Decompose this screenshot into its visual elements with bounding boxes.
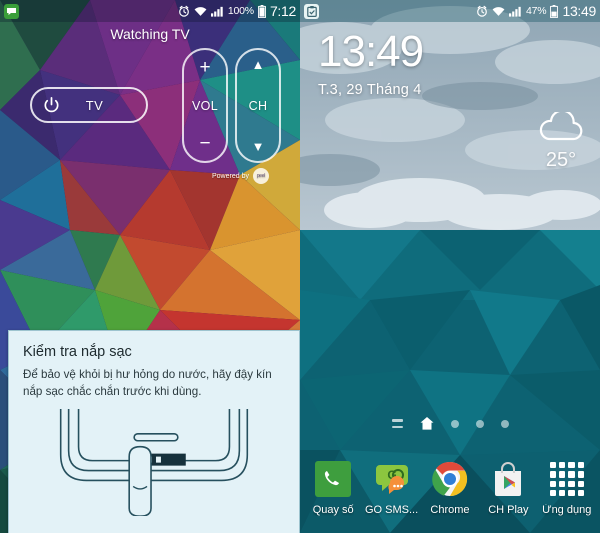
cellular-signal-icon — [210, 6, 224, 17]
left-status-bar: 100% 7:12 — [0, 0, 300, 22]
volume-label: VOL — [192, 98, 218, 113]
charger-cover-popup: Kiểm tra nắp sạc Để bảo vệ khỏi bị hư hỏ… — [8, 330, 300, 533]
dock-label: Quay số — [312, 504, 354, 516]
right-status-bar: 47% 13:49 — [300, 0, 600, 22]
power-icon — [42, 96, 61, 115]
dock-label: GO SMS... — [364, 504, 419, 516]
channel-rocker[interactable]: ▲ CH ▼ — [235, 48, 281, 163]
powered-by-credit: Powered by peel — [212, 168, 269, 184]
cellular-signal-icon — [509, 6, 522, 17]
peel-logo-icon: peel — [252, 168, 269, 184]
wifi-icon — [492, 6, 505, 17]
wifi-icon — [194, 6, 207, 17]
battery-full-icon — [257, 4, 266, 18]
left-status-notifications — [4, 3, 19, 19]
google-play-icon — [488, 459, 528, 499]
dock-label: Chrome — [430, 504, 470, 516]
message-bubble-icon — [4, 3, 19, 19]
task-checklist-icon — [304, 3, 319, 19]
apps-grid-icon — [547, 459, 587, 499]
channel-label: CH — [248, 98, 268, 113]
app-dock: Quay số G GO SMS... Chrome CH Play Ứng d… — [300, 453, 600, 533]
alarm-clock-icon — [178, 5, 190, 17]
tv-power-button[interactable]: TV — [30, 87, 148, 123]
dock-item-chrome[interactable]: Chrome — [422, 459, 478, 516]
battery-percent-label: 47% — [526, 5, 547, 17]
channel-down-button[interactable]: ▼ — [252, 140, 265, 153]
volume-rocker[interactable]: + VOL − — [182, 48, 228, 163]
weather-widget[interactable]: 25° — [538, 109, 584, 172]
powered-by-label: Powered by — [212, 172, 249, 180]
page-indicator-dot[interactable] — [475, 419, 484, 428]
volume-down-button[interactable]: − — [199, 134, 210, 153]
volume-up-button[interactable]: + — [199, 58, 210, 77]
remote-widget-title: Watching TV — [110, 26, 190, 42]
status-clock: 13:49 — [562, 3, 596, 19]
page-indicator-home-icon[interactable] — [420, 417, 434, 430]
popup-body: Để bảo vệ khỏi bị hư hỏng do nước, hãy đ… — [23, 368, 272, 398]
left-phone-screen: 100% 7:12 Watching TV TV + VOL − ▲ CH ▼ — [0, 0, 300, 533]
screenshot-stage: 100% 7:12 Watching TV TV + VOL − ▲ CH ▼ — [0, 0, 600, 533]
page-indicator-list-icon[interactable] — [391, 419, 403, 428]
phone-dialer-icon — [313, 459, 353, 499]
go-sms-icon: G — [372, 459, 412, 499]
tv-power-label: TV — [85, 97, 104, 113]
battery-percent-label: 100% — [227, 5, 254, 17]
left-status-system-icons: 100% 7:12 — [178, 3, 296, 19]
phone-bottom-charging-port-with-finger-illustration — [9, 408, 299, 522]
dock-item-play-store[interactable]: CH Play — [480, 459, 536, 516]
right-status-notifications — [304, 3, 319, 19]
cloud-icon — [538, 109, 584, 147]
page-indicator-dot[interactable] — [500, 419, 509, 428]
status-clock: 7:12 — [269, 3, 296, 19]
dock-item-dialer[interactable]: Quay số — [305, 459, 361, 516]
clock-date: T.3, 29 Tháng 4 — [318, 82, 422, 98]
dock-item-go-sms[interactable]: G GO SMS... — [364, 459, 420, 516]
chrome-icon — [430, 459, 470, 499]
popup-title: Kiểm tra nắp sạc — [23, 344, 132, 360]
battery-half-icon — [550, 4, 559, 18]
channel-up-button[interactable]: ▲ — [252, 58, 265, 71]
clock-time: 13:49 — [318, 27, 424, 76]
right-phone-screen: 47% 13:49 13:49 T.3, 29 Tháng 4 25° Kiểm… — [300, 0, 600, 533]
page-indicator-dot[interactable] — [450, 419, 459, 428]
dock-label: Ứng dụng — [542, 504, 592, 516]
clock-widget[interactable]: 13:49 T.3, 29 Tháng 4 — [318, 27, 424, 99]
apps-grid-shape — [549, 462, 584, 496]
right-status-system-icons: 47% 13:49 — [476, 3, 596, 19]
weather-temperature: 25° — [545, 149, 577, 171]
alarm-clock-icon — [476, 5, 488, 17]
dock-label: CH Play — [488, 504, 529, 516]
page-indicators — [300, 417, 600, 430]
dock-item-apps[interactable]: Ứng dụng — [539, 459, 595, 516]
